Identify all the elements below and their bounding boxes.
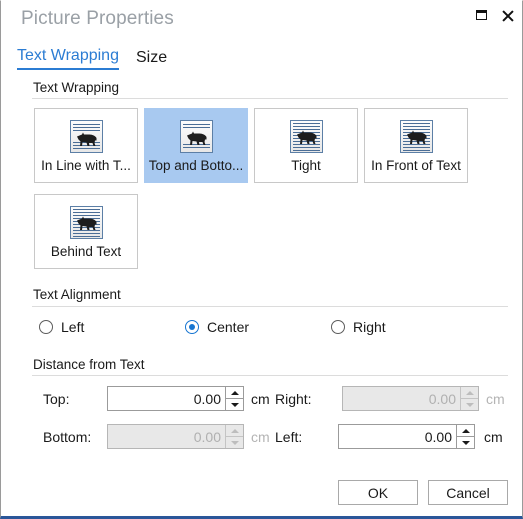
input-distance-right-value: 0.00 — [428, 390, 456, 407]
spinner-up-button[interactable] — [226, 425, 243, 437]
radio-indicator — [185, 320, 199, 334]
group-divider-distance-from-text — [32, 375, 508, 376]
tab-text-wrapping[interactable]: Text Wrapping — [17, 47, 119, 70]
group-divider-text-wrapping — [32, 98, 508, 99]
triangle-up-icon — [230, 390, 239, 395]
radio-label: Right — [353, 319, 386, 335]
input-distance-left[interactable]: 0.00 — [338, 424, 475, 449]
tab-size[interactable]: Size — [136, 49, 167, 70]
wrap-inline-with-text-icon — [69, 120, 103, 153]
spinner-down-button[interactable] — [226, 437, 243, 448]
label-distance-bottom: Bottom: — [43, 429, 92, 445]
input-distance-top-value: 0.00 — [193, 390, 221, 407]
triangle-up-icon — [465, 390, 474, 395]
group-label-text-wrapping: Text Wrapping — [33, 80, 120, 95]
wrap-option-tight[interactable]: Tight — [254, 108, 358, 183]
triangle-down-icon — [230, 402, 239, 407]
text-alignment-radio-group: Left Center Right — [39, 319, 499, 339]
cancel-button[interactable]: Cancel — [428, 480, 508, 505]
wrap-option-in-line-with-text[interactable]: In Line with T... — [34, 108, 138, 183]
wrap-option-label: In Front of Text — [371, 158, 461, 173]
label-distance-top: Top: — [43, 391, 70, 407]
radio-indicator — [39, 320, 53, 334]
radio-align-left[interactable]: Left — [39, 319, 84, 335]
close-window-icon — [501, 9, 514, 22]
input-distance-right[interactable]: 0.00 — [342, 386, 479, 411]
spinner-down-button[interactable] — [457, 437, 474, 448]
close-window-button[interactable] — [496, 5, 518, 25]
radio-align-right[interactable]: Right — [331, 319, 386, 335]
spinner-up-button[interactable] — [226, 387, 243, 399]
input-distance-top[interactable]: 0.00 — [107, 386, 244, 411]
tab-bar: Text Wrapping Size — [17, 47, 167, 70]
label-distance-left: Left: — [275, 429, 303, 445]
wrap-option-in-front-of-text[interactable]: In Front of Text — [364, 108, 468, 183]
input-distance-left-value: 0.00 — [424, 428, 452, 445]
label-distance-right: Right: — [275, 391, 312, 407]
spinner-distance-bottom — [225, 425, 243, 448]
group-label-text-alignment: Text Alignment — [33, 287, 121, 302]
radio-indicator — [331, 320, 345, 334]
group-divider-text-alignment — [32, 306, 508, 307]
radio-label: Center — [207, 319, 250, 335]
triangle-up-icon — [461, 428, 470, 433]
spinner-up-button[interactable] — [461, 387, 478, 399]
radio-label: Left — [61, 319, 85, 335]
title-bar: Picture Properties — [1, 1, 522, 41]
radio-align-center[interactable]: Center — [185, 319, 249, 335]
wrap-option-label: Top and Botto... — [148, 158, 244, 173]
wrap-option-top-and-bottom[interactable]: Top and Botto... — [144, 108, 248, 183]
unit-distance-bottom: cm — [251, 429, 270, 445]
unit-distance-left: cm — [484, 429, 503, 445]
triangle-down-icon — [230, 440, 239, 445]
input-distance-bottom[interactable]: 0.00 — [107, 424, 244, 449]
wrap-top-and-bottom-icon — [179, 120, 213, 153]
wrap-tight-icon — [289, 120, 323, 153]
spinner-distance-left — [456, 425, 474, 448]
spinner-distance-top — [225, 387, 243, 410]
spinner-up-button[interactable] — [457, 425, 474, 437]
window-title: Picture Properties — [21, 8, 174, 29]
restore-window-icon — [475, 10, 487, 20]
wrap-option-label: Tight — [291, 158, 321, 173]
spinner-down-button[interactable] — [226, 399, 243, 410]
group-label-distance-from-text: Distance from Text — [33, 357, 145, 372]
unit-distance-right: cm — [486, 391, 505, 407]
wrap-option-behind-text[interactable]: Behind Text — [34, 194, 138, 269]
restore-window-button[interactable] — [470, 5, 492, 25]
ok-button[interactable]: OK — [338, 480, 418, 505]
wrap-behind-text-icon — [69, 206, 103, 239]
input-distance-bottom-value: 0.00 — [193, 428, 221, 445]
spinner-down-button[interactable] — [461, 399, 478, 410]
triangle-down-icon — [465, 402, 474, 407]
unit-distance-top: cm — [251, 391, 270, 407]
picture-properties-dialog: Picture Properties Text Wrapping Size Te… — [0, 0, 523, 519]
wrap-in-front-of-text-icon — [399, 120, 433, 153]
triangle-down-icon — [461, 440, 470, 445]
wrap-option-label: In Line with T... — [41, 158, 131, 173]
wrap-option-label: Behind Text — [50, 244, 122, 259]
triangle-up-icon — [230, 428, 239, 433]
spinner-distance-right — [460, 387, 478, 410]
